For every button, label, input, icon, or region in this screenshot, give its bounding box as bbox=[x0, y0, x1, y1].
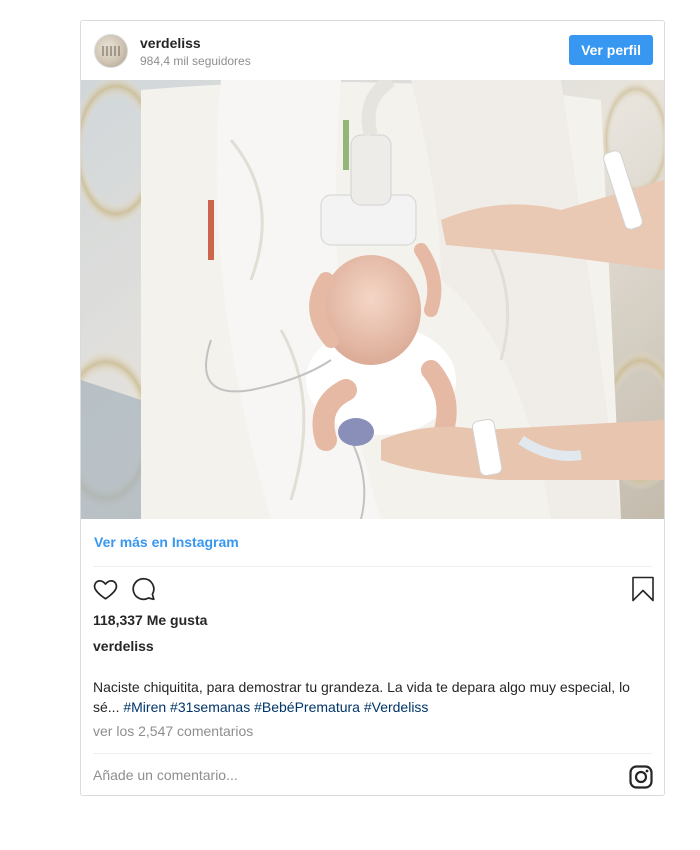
avatar[interactable] bbox=[94, 34, 128, 68]
caption-username[interactable]: verdeliss bbox=[93, 638, 154, 654]
hashtag-link[interactable]: #Miren bbox=[123, 699, 166, 715]
post-photo-illustration bbox=[81, 80, 664, 519]
hashtag-link[interactable]: #BebéPrematura bbox=[254, 699, 360, 715]
post-image[interactable] bbox=[81, 80, 664, 519]
bookmark-icon[interactable] bbox=[631, 576, 655, 607]
instagram-icon[interactable] bbox=[629, 765, 653, 794]
add-comment-field[interactable]: Añade un comentario... bbox=[93, 767, 238, 783]
username[interactable]: verdeliss bbox=[140, 35, 201, 51]
instagram-embed-card: verdeliss 984,4 mil seguidores Ver perfi… bbox=[80, 20, 665, 796]
view-comments-link[interactable]: ver los 2,547 comentarios bbox=[93, 723, 253, 739]
hashtag-link[interactable]: #Verdeliss bbox=[364, 699, 429, 715]
view-profile-button[interactable]: Ver perfil bbox=[569, 35, 653, 65]
comment-icon[interactable] bbox=[130, 576, 157, 607]
post-caption: Naciste chiquitita, para demostrar tu gr… bbox=[93, 677, 656, 717]
like-count[interactable]: 118,337 Me gusta bbox=[93, 612, 207, 628]
post-header: verdeliss 984,4 mil seguidores Ver perfi… bbox=[81, 21, 664, 80]
heart-icon[interactable] bbox=[92, 576, 119, 607]
divider bbox=[93, 753, 652, 754]
hashtag-link[interactable]: #31semanas bbox=[170, 699, 250, 715]
view-more-on-instagram-link[interactable]: Ver más en Instagram bbox=[94, 534, 239, 550]
divider bbox=[93, 566, 652, 567]
follower-count: 984,4 mil seguidores bbox=[140, 54, 251, 68]
